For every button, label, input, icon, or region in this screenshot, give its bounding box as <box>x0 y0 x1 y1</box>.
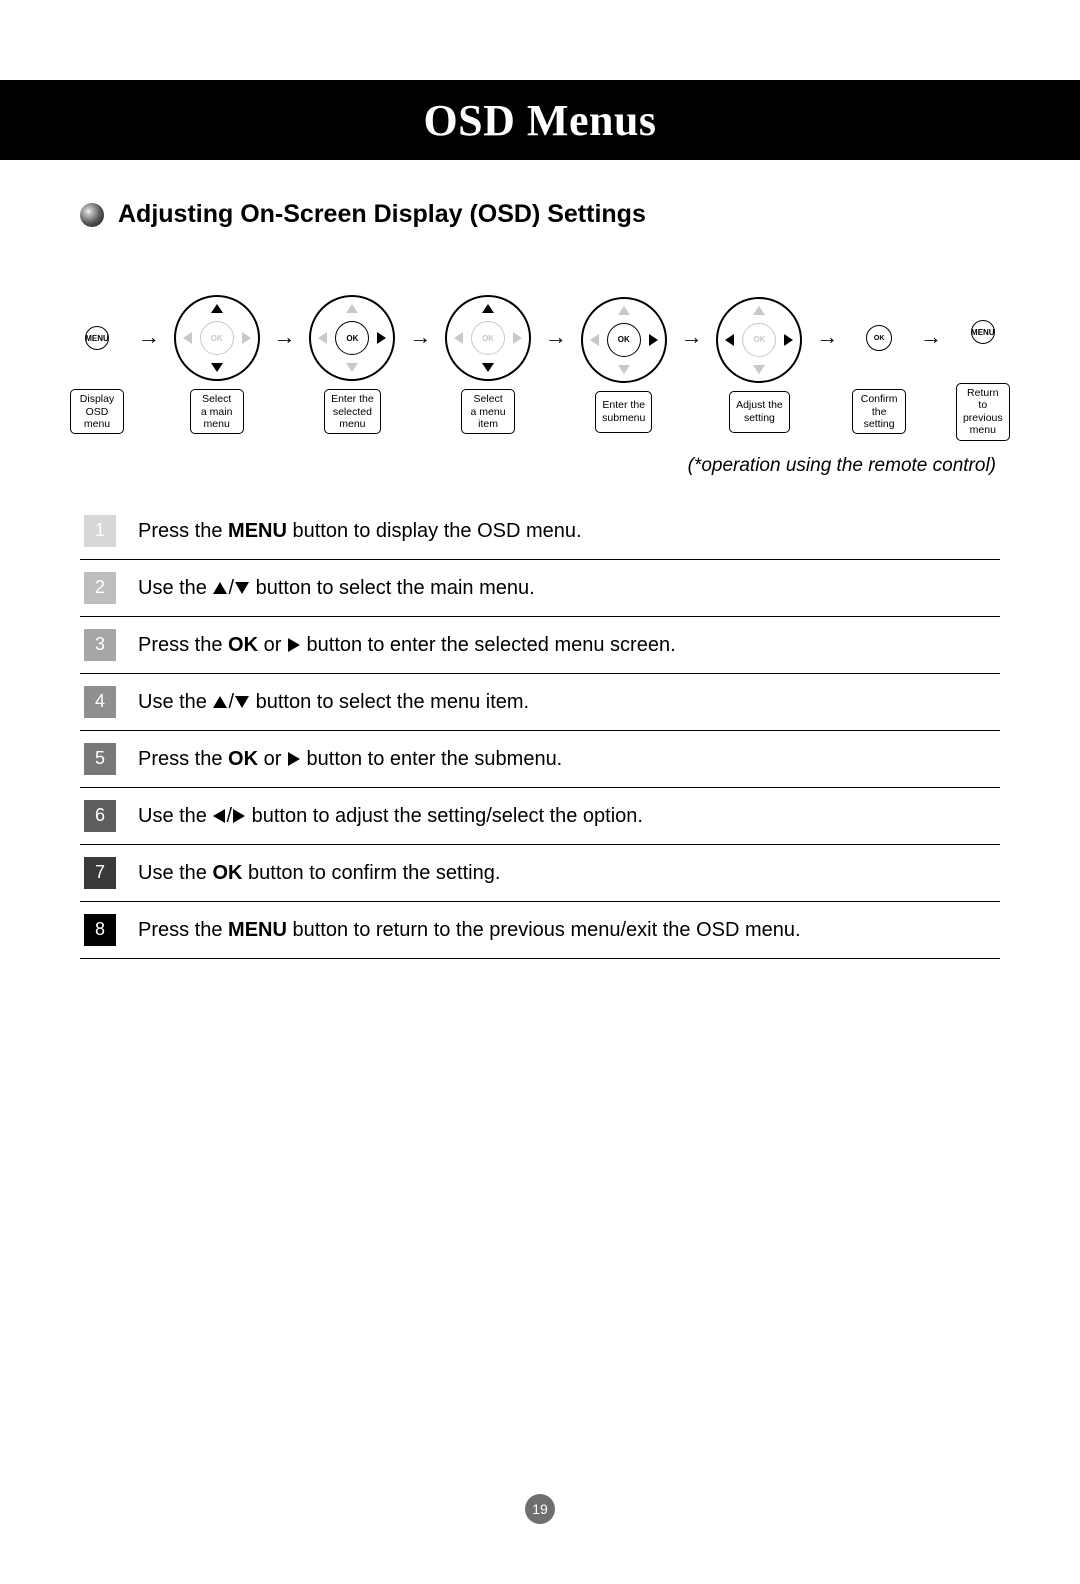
step-number: 6 <box>84 800 116 832</box>
dpad-left-icon <box>183 332 192 344</box>
dpad-left-icon <box>318 332 327 344</box>
dpad-right-icon <box>649 334 658 346</box>
dpad-right-icon <box>242 332 251 344</box>
flow-step: OK Enter the submenu <box>581 297 667 433</box>
dpad-right-icon <box>784 334 793 346</box>
flow-arrow-icon: → <box>136 326 162 348</box>
flow-step: OK Enter the selected menu <box>309 295 395 434</box>
step-number: 1 <box>84 515 116 547</box>
flow-caption: Confirm the setting <box>852 389 906 434</box>
flow-arrow-icon: → <box>918 326 944 348</box>
flow-caption: Select a menu item <box>461 389 515 434</box>
dpad-up-icon <box>211 304 223 313</box>
step-text: Use the / button to adjust the setting/s… <box>138 803 643 829</box>
step-row: 8 Press the MENU button to return to the … <box>80 902 1000 959</box>
flow-step: MENU Return to previous menu <box>956 289 1010 441</box>
section-heading: Adjusting On-Screen Display (OSD) Settin… <box>80 200 1000 229</box>
flow-caption: Enter the selected menu <box>324 389 381 434</box>
flow-arrow-icon: → <box>272 326 298 348</box>
flow-caption: Display OSD menu <box>70 389 124 434</box>
flow-step: MENU Display OSD menu <box>70 295 124 434</box>
dpad-down-icon <box>211 363 223 372</box>
flow-step: OK Select a main menu <box>174 295 260 434</box>
operation-note: (*operation using the remote control) <box>80 455 996 477</box>
dpad-left-icon <box>725 334 734 346</box>
step-row: 1 Press the MENU button to display the OS… <box>80 503 1000 560</box>
step-row: 6 Use the / button to adjust the setting/… <box>80 788 1000 845</box>
step-text: Press the MENU button to display the OSD… <box>138 518 582 544</box>
flow-step: OK Select a menu item <box>445 295 531 434</box>
dpad-up-icon <box>753 306 765 315</box>
step-number: 7 <box>84 857 116 889</box>
dpad-up-icon <box>618 306 630 315</box>
dpad-icon: OK <box>174 295 260 381</box>
step-number: 8 <box>84 914 116 946</box>
step-text: Use the OK button to confirm the setting… <box>138 860 500 886</box>
ok-button-icon: OK <box>866 325 892 351</box>
dpad-ok-icon: OK <box>200 321 234 355</box>
dpad-ok-icon: OK <box>335 321 369 355</box>
step-row: 5 Press the OK or button to enter the sub… <box>80 731 1000 788</box>
steps-list: 1 Press the MENU button to display the OS… <box>80 503 1000 959</box>
flow-step: OK Adjust the setting <box>716 297 802 433</box>
dpad-down-icon <box>482 363 494 372</box>
step-text: Use the / button to select the main menu… <box>138 575 535 601</box>
menu-button-icon: MENU <box>971 320 995 344</box>
step-text: Use the / button to select the menu item… <box>138 689 529 715</box>
flow-step: OK Confirm the setting <box>852 295 906 434</box>
dpad-ok-icon: OK <box>471 321 505 355</box>
title-banner: OSD Menus <box>0 80 1080 160</box>
page-number-badge: 19 <box>525 1494 555 1524</box>
dpad-down-icon <box>346 363 358 372</box>
dpad-right-icon <box>377 332 386 344</box>
step-number: 2 <box>84 572 116 604</box>
flow-arrow-icon: → <box>543 326 569 348</box>
content-area: Adjusting On-Screen Display (OSD) Settin… <box>80 200 1000 959</box>
flow-arrow-icon: → <box>679 326 705 348</box>
step-number: 4 <box>84 686 116 718</box>
dpad-up-icon <box>482 304 494 313</box>
menu-button-icon: MENU <box>85 326 109 350</box>
flow-caption: Enter the submenu <box>595 391 652 433</box>
step-number: 5 <box>84 743 116 775</box>
step-number: 3 <box>84 629 116 661</box>
flow-arrow-icon: → <box>814 326 840 348</box>
dpad-ok-icon: OK <box>742 323 776 357</box>
dpad-left-icon <box>590 334 599 346</box>
page: OSD Menus Adjusting On-Screen Display (O… <box>0 0 1080 1584</box>
dpad-icon: OK <box>716 297 802 383</box>
dpad-ok-icon: OK <box>607 323 641 357</box>
step-text: Press the OK or button to enter the sele… <box>138 632 676 658</box>
step-row: 3 Press the OK or button to enter the sel… <box>80 617 1000 674</box>
dpad-right-icon <box>513 332 522 344</box>
flow-arrow-icon: → <box>407 326 433 348</box>
flow-caption: Select a main menu <box>190 389 244 434</box>
step-text: Press the OK or button to enter the subm… <box>138 746 562 772</box>
dpad-down-icon <box>618 365 630 374</box>
dpad-icon: OK <box>309 295 395 381</box>
step-row: 2 Use the / button to select the main men… <box>80 560 1000 617</box>
section-bullet-icon <box>80 203 104 227</box>
dpad-icon: OK <box>445 295 531 381</box>
dpad-icon: OK <box>581 297 667 383</box>
flow-diagram: MENU Display OSD menu → OK Select a main men… <box>70 289 1010 441</box>
dpad-down-icon <box>753 365 765 374</box>
dpad-up-icon <box>346 304 358 313</box>
dpad-left-icon <box>454 332 463 344</box>
step-row: 4 Use the / button to select the menu ite… <box>80 674 1000 731</box>
page-title: OSD Menus <box>423 95 656 146</box>
section-title: Adjusting On-Screen Display (OSD) Settin… <box>118 200 646 229</box>
flow-caption: Adjust the setting <box>729 391 790 433</box>
flow-caption: Return to previous menu <box>956 383 1010 441</box>
step-text: Press the MENU button to return to the p… <box>138 917 801 943</box>
step-row: 7 Use the OK button to confirm the settin… <box>80 845 1000 902</box>
